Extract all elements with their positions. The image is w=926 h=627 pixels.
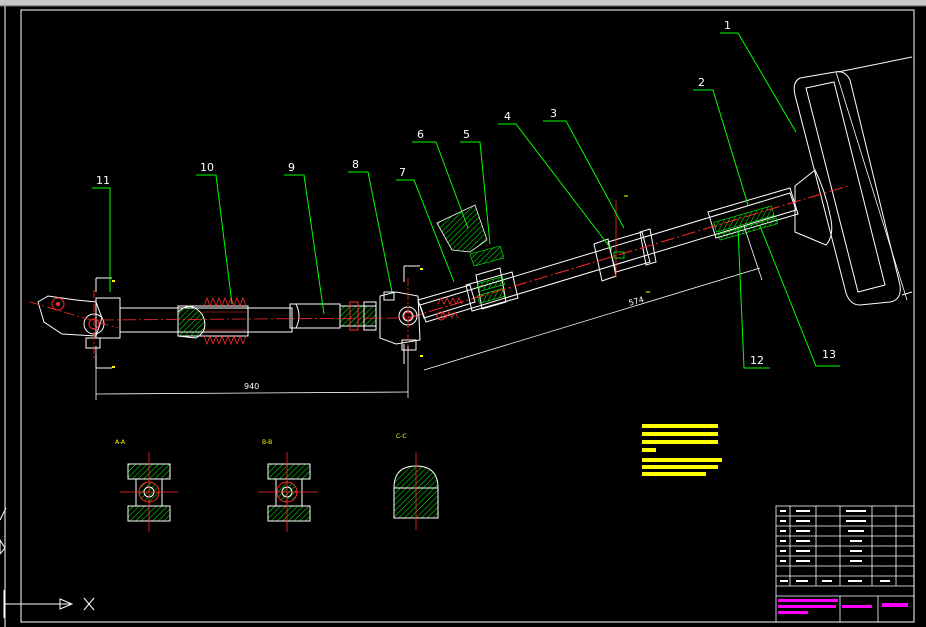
callout-12: 12	[750, 354, 764, 367]
section-view-c	[393, 452, 439, 530]
dimension-940-text: 940	[244, 382, 260, 391]
callout-9: 9	[288, 161, 295, 174]
section-view-a	[120, 452, 178, 532]
section-label-b: B-B	[262, 439, 273, 446]
section-label-c: C-C	[396, 433, 407, 440]
universal-joint-lower	[37, 295, 121, 349]
callout-4: 4	[504, 110, 511, 123]
callout-8: 8	[352, 158, 359, 171]
callout-6: 6	[417, 128, 424, 141]
assembly-drawing	[0, 0, 926, 627]
bracket-6-flange	[469, 245, 505, 267]
callout-3: 3	[550, 107, 557, 120]
callout-13: 13	[822, 348, 836, 361]
ucs-axis-icon	[0, 507, 95, 618]
steering-wheel	[793, 56, 913, 306]
callout-11: 11	[96, 174, 110, 187]
lower-shaft	[119, 305, 293, 339]
leader-lines	[92, 32, 840, 369]
intermediate-shaft	[289, 301, 377, 331]
slip-joint	[417, 284, 476, 319]
section-label-a: A-A	[115, 439, 126, 446]
callout-10: 10	[200, 161, 214, 174]
callout-1: 1	[724, 19, 731, 32]
callout-2: 2	[698, 76, 705, 89]
title-block-magenta	[778, 599, 908, 614]
section-view-b	[258, 452, 318, 532]
universal-joint-upper	[379, 291, 421, 351]
dimension-940	[95, 346, 409, 400]
technical-notes	[642, 424, 722, 476]
window-top-strip	[0, 0, 926, 6]
callout-5: 5	[463, 128, 470, 141]
callout-7: 7	[399, 166, 406, 179]
